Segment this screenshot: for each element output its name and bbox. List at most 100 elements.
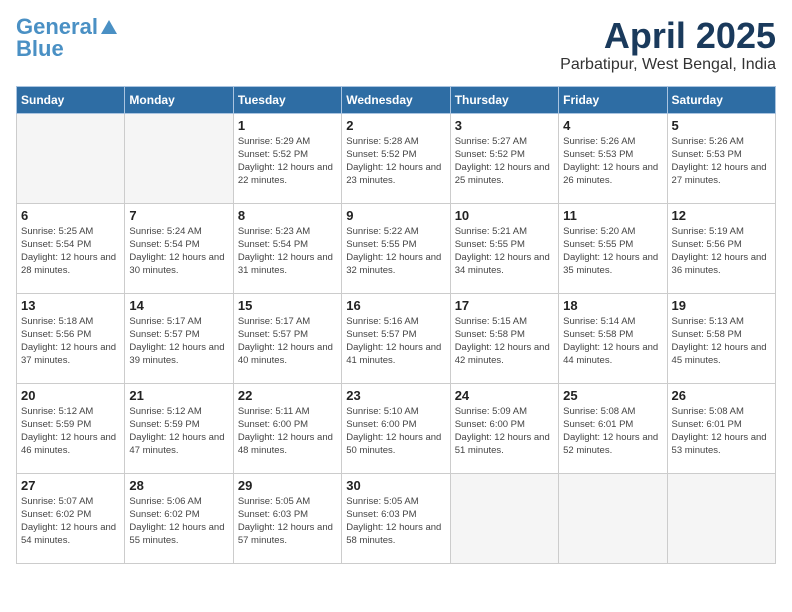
table-row: 21 Sunrise: 5:12 AM Sunset: 5:59 PM Dayl… bbox=[125, 383, 233, 473]
page-header: General Blue April 2025 Parbatipur, West… bbox=[16, 16, 776, 74]
day-info: Sunrise: 5:29 AM Sunset: 5:52 PM Dayligh… bbox=[238, 135, 337, 188]
table-row: 18 Sunrise: 5:14 AM Sunset: 5:58 PM Dayl… bbox=[559, 293, 667, 383]
day-info: Sunrise: 5:09 AM Sunset: 6:00 PM Dayligh… bbox=[455, 405, 554, 458]
day-info: Sunrise: 5:12 AM Sunset: 5:59 PM Dayligh… bbox=[21, 405, 120, 458]
day-info: Sunrise: 5:17 AM Sunset: 5:57 PM Dayligh… bbox=[238, 315, 337, 368]
day-info: Sunrise: 5:14 AM Sunset: 5:58 PM Dayligh… bbox=[563, 315, 662, 368]
table-row bbox=[17, 113, 125, 203]
logo-icon bbox=[100, 18, 118, 36]
day-info: Sunrise: 5:10 AM Sunset: 6:00 PM Dayligh… bbox=[346, 405, 445, 458]
table-row: 24 Sunrise: 5:09 AM Sunset: 6:00 PM Dayl… bbox=[450, 383, 558, 473]
table-row bbox=[450, 473, 558, 563]
day-info: Sunrise: 5:22 AM Sunset: 5:55 PM Dayligh… bbox=[346, 225, 445, 278]
day-number: 2 bbox=[346, 118, 445, 133]
day-info: Sunrise: 5:24 AM Sunset: 5:54 PM Dayligh… bbox=[129, 225, 228, 278]
table-row: 19 Sunrise: 5:13 AM Sunset: 5:58 PM Dayl… bbox=[667, 293, 775, 383]
day-number: 25 bbox=[563, 388, 662, 403]
col-tuesday: Tuesday bbox=[233, 86, 341, 113]
day-number: 26 bbox=[672, 388, 771, 403]
title-area: April 2025 Parbatipur, West Bengal, Indi… bbox=[560, 16, 776, 74]
day-info: Sunrise: 5:08 AM Sunset: 6:01 PM Dayligh… bbox=[563, 405, 662, 458]
col-thursday: Thursday bbox=[450, 86, 558, 113]
calendar-week-row: 27 Sunrise: 5:07 AM Sunset: 6:02 PM Dayl… bbox=[17, 473, 776, 563]
day-number: 19 bbox=[672, 298, 771, 313]
table-row: 4 Sunrise: 5:26 AM Sunset: 5:53 PM Dayli… bbox=[559, 113, 667, 203]
table-row: 11 Sunrise: 5:20 AM Sunset: 5:55 PM Dayl… bbox=[559, 203, 667, 293]
day-info: Sunrise: 5:28 AM Sunset: 5:52 PM Dayligh… bbox=[346, 135, 445, 188]
day-number: 29 bbox=[238, 478, 337, 493]
table-row: 14 Sunrise: 5:17 AM Sunset: 5:57 PM Dayl… bbox=[125, 293, 233, 383]
table-row: 26 Sunrise: 5:08 AM Sunset: 6:01 PM Dayl… bbox=[667, 383, 775, 473]
logo-text: General bbox=[16, 16, 98, 38]
day-number: 14 bbox=[129, 298, 228, 313]
day-info: Sunrise: 5:26 AM Sunset: 5:53 PM Dayligh… bbox=[672, 135, 771, 188]
day-number: 1 bbox=[238, 118, 337, 133]
day-number: 10 bbox=[455, 208, 554, 223]
table-row: 27 Sunrise: 5:07 AM Sunset: 6:02 PM Dayl… bbox=[17, 473, 125, 563]
logo-blue-text: Blue bbox=[16, 38, 64, 60]
day-info: Sunrise: 5:11 AM Sunset: 6:00 PM Dayligh… bbox=[238, 405, 337, 458]
day-number: 27 bbox=[21, 478, 120, 493]
table-row: 29 Sunrise: 5:05 AM Sunset: 6:03 PM Dayl… bbox=[233, 473, 341, 563]
table-row: 22 Sunrise: 5:11 AM Sunset: 6:00 PM Dayl… bbox=[233, 383, 341, 473]
day-number: 15 bbox=[238, 298, 337, 313]
day-number: 18 bbox=[563, 298, 662, 313]
col-sunday: Sunday bbox=[17, 86, 125, 113]
day-info: Sunrise: 5:26 AM Sunset: 5:53 PM Dayligh… bbox=[563, 135, 662, 188]
day-info: Sunrise: 5:19 AM Sunset: 5:56 PM Dayligh… bbox=[672, 225, 771, 278]
day-info: Sunrise: 5:05 AM Sunset: 6:03 PM Dayligh… bbox=[346, 495, 445, 548]
table-row: 28 Sunrise: 5:06 AM Sunset: 6:02 PM Dayl… bbox=[125, 473, 233, 563]
table-row: 5 Sunrise: 5:26 AM Sunset: 5:53 PM Dayli… bbox=[667, 113, 775, 203]
table-row: 16 Sunrise: 5:16 AM Sunset: 5:57 PM Dayl… bbox=[342, 293, 450, 383]
day-number: 11 bbox=[563, 208, 662, 223]
day-number: 8 bbox=[238, 208, 337, 223]
col-friday: Friday bbox=[559, 86, 667, 113]
day-info: Sunrise: 5:15 AM Sunset: 5:58 PM Dayligh… bbox=[455, 315, 554, 368]
table-row: 25 Sunrise: 5:08 AM Sunset: 6:01 PM Dayl… bbox=[559, 383, 667, 473]
table-row: 20 Sunrise: 5:12 AM Sunset: 5:59 PM Dayl… bbox=[17, 383, 125, 473]
day-number: 9 bbox=[346, 208, 445, 223]
month-title: April 2025 bbox=[560, 16, 776, 56]
day-number: 16 bbox=[346, 298, 445, 313]
logo: General Blue bbox=[16, 16, 118, 60]
day-info: Sunrise: 5:20 AM Sunset: 5:55 PM Dayligh… bbox=[563, 225, 662, 278]
day-number: 23 bbox=[346, 388, 445, 403]
day-number: 20 bbox=[21, 388, 120, 403]
day-info: Sunrise: 5:08 AM Sunset: 6:01 PM Dayligh… bbox=[672, 405, 771, 458]
day-number: 30 bbox=[346, 478, 445, 493]
table-row: 6 Sunrise: 5:25 AM Sunset: 5:54 PM Dayli… bbox=[17, 203, 125, 293]
day-info: Sunrise: 5:06 AM Sunset: 6:02 PM Dayligh… bbox=[129, 495, 228, 548]
table-row: 3 Sunrise: 5:27 AM Sunset: 5:52 PM Dayli… bbox=[450, 113, 558, 203]
table-row: 17 Sunrise: 5:15 AM Sunset: 5:58 PM Dayl… bbox=[450, 293, 558, 383]
day-info: Sunrise: 5:07 AM Sunset: 6:02 PM Dayligh… bbox=[21, 495, 120, 548]
calendar-week-row: 6 Sunrise: 5:25 AM Sunset: 5:54 PM Dayli… bbox=[17, 203, 776, 293]
table-row: 7 Sunrise: 5:24 AM Sunset: 5:54 PM Dayli… bbox=[125, 203, 233, 293]
table-row: 1 Sunrise: 5:29 AM Sunset: 5:52 PM Dayli… bbox=[233, 113, 341, 203]
col-monday: Monday bbox=[125, 86, 233, 113]
day-info: Sunrise: 5:17 AM Sunset: 5:57 PM Dayligh… bbox=[129, 315, 228, 368]
calendar-table: Sunday Monday Tuesday Wednesday Thursday… bbox=[16, 86, 776, 564]
day-info: Sunrise: 5:18 AM Sunset: 5:56 PM Dayligh… bbox=[21, 315, 120, 368]
table-row: 10 Sunrise: 5:21 AM Sunset: 5:55 PM Dayl… bbox=[450, 203, 558, 293]
day-number: 13 bbox=[21, 298, 120, 313]
table-row: 15 Sunrise: 5:17 AM Sunset: 5:57 PM Dayl… bbox=[233, 293, 341, 383]
day-number: 24 bbox=[455, 388, 554, 403]
col-wednesday: Wednesday bbox=[342, 86, 450, 113]
day-number: 4 bbox=[563, 118, 662, 133]
table-row: 30 Sunrise: 5:05 AM Sunset: 6:03 PM Dayl… bbox=[342, 473, 450, 563]
table-row: 12 Sunrise: 5:19 AM Sunset: 5:56 PM Dayl… bbox=[667, 203, 775, 293]
day-number: 7 bbox=[129, 208, 228, 223]
table-row: 9 Sunrise: 5:22 AM Sunset: 5:55 PM Dayli… bbox=[342, 203, 450, 293]
day-info: Sunrise: 5:23 AM Sunset: 5:54 PM Dayligh… bbox=[238, 225, 337, 278]
calendar-week-row: 13 Sunrise: 5:18 AM Sunset: 5:56 PM Dayl… bbox=[17, 293, 776, 383]
day-number: 21 bbox=[129, 388, 228, 403]
table-row: 13 Sunrise: 5:18 AM Sunset: 5:56 PM Dayl… bbox=[17, 293, 125, 383]
day-number: 5 bbox=[672, 118, 771, 133]
col-saturday: Saturday bbox=[667, 86, 775, 113]
location-title: Parbatipur, West Bengal, India bbox=[560, 56, 776, 74]
day-number: 6 bbox=[21, 208, 120, 223]
table-row: 8 Sunrise: 5:23 AM Sunset: 5:54 PM Dayli… bbox=[233, 203, 341, 293]
calendar-header-row: Sunday Monday Tuesday Wednesday Thursday… bbox=[17, 86, 776, 113]
table-row: 23 Sunrise: 5:10 AM Sunset: 6:00 PM Dayl… bbox=[342, 383, 450, 473]
calendar-week-row: 20 Sunrise: 5:12 AM Sunset: 5:59 PM Dayl… bbox=[17, 383, 776, 473]
